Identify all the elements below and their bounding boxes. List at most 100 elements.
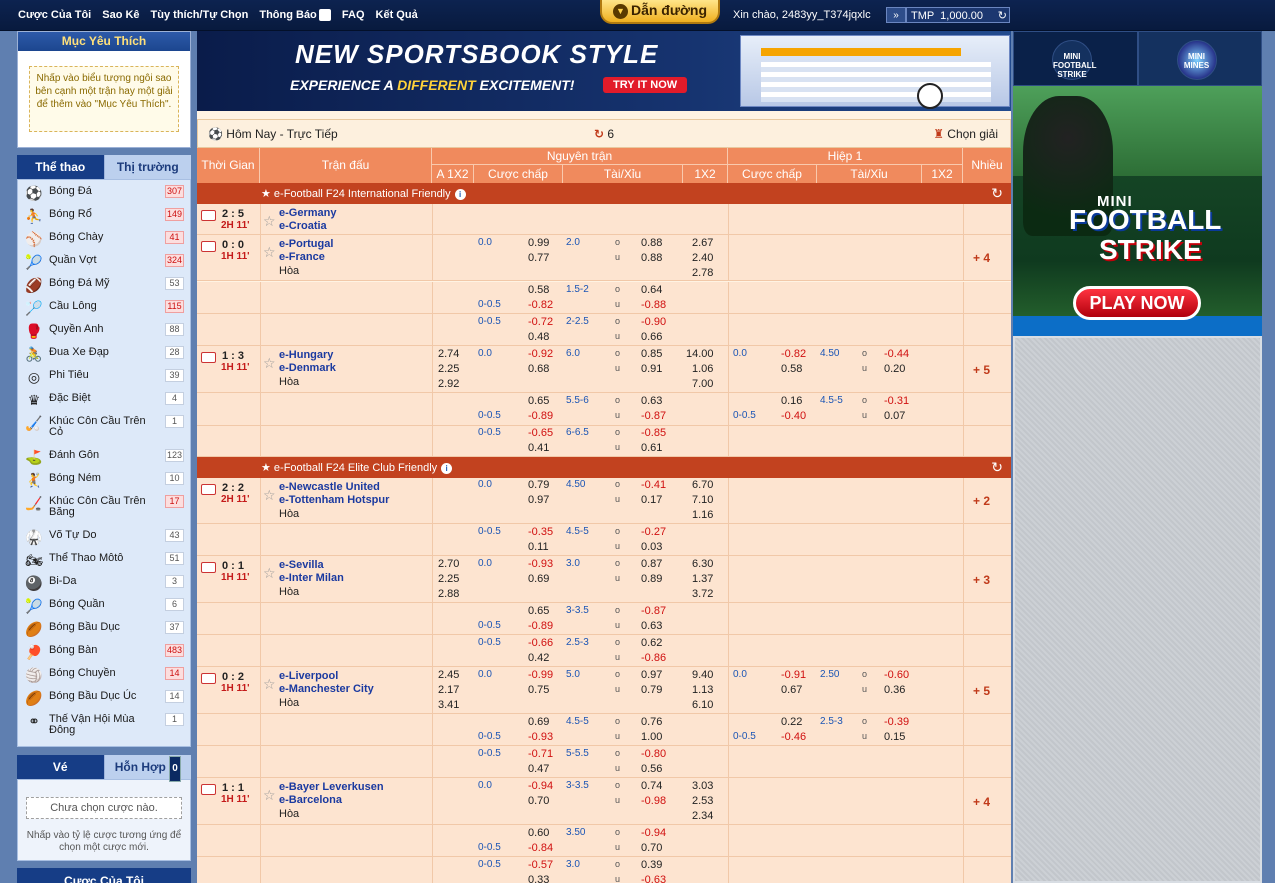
odds-value[interactable]: 14.00 (686, 348, 714, 360)
more-markets-link[interactable]: + 4 (973, 795, 990, 809)
odds-value[interactable]: 0.62 (641, 637, 662, 649)
odds-value[interactable]: -0.82 (528, 299, 553, 311)
odds-value[interactable]: 2.40 (692, 252, 713, 264)
tab-sports[interactable]: Thể thao (17, 155, 104, 179)
odds-value[interactable]: 0.97 (528, 494, 549, 506)
odds-value[interactable]: 0.22 (781, 716, 802, 728)
odds-value[interactable]: -0.91 (781, 669, 806, 681)
odds-value[interactable]: -0.80 (641, 748, 666, 760)
nav-notifications[interactable]: Thông Báo 1 (259, 9, 331, 21)
odds-value[interactable]: 0.65 (528, 605, 549, 617)
odds-value[interactable]: -0.89 (528, 410, 553, 422)
odds-value[interactable]: -0.85 (641, 427, 666, 439)
odds-value[interactable]: -0.31 (884, 395, 909, 407)
play-now-button[interactable]: PLAY NOW (1073, 286, 1201, 320)
sidebar-item-sport[interactable]: 🏸 Cầu Lông 115 (18, 297, 190, 320)
odds-value[interactable]: 0.33 (528, 874, 549, 883)
odds-value[interactable]: 0.60 (528, 827, 549, 839)
odds-value[interactable]: -0.84 (528, 842, 553, 854)
odds-value[interactable]: 0.79 (641, 684, 662, 696)
home-team[interactable]: e-Hungary (279, 349, 333, 361)
odds-value[interactable]: -0.72 (528, 316, 553, 328)
sidebar-item-sport[interactable]: 🏒 Khúc Côn Cầu Trên Băng 17 (18, 492, 190, 526)
odds-value[interactable]: -0.92 (528, 348, 553, 360)
odds-value[interactable]: -0.39 (884, 716, 909, 728)
odds-value[interactable]: -0.57 (528, 859, 553, 871)
odds-value[interactable]: 0.79 (528, 479, 549, 491)
away-team[interactable]: e-Croatia (279, 220, 327, 232)
odds-value[interactable]: 0.88 (641, 237, 662, 249)
tv-icon[interactable] (201, 484, 216, 495)
tv-icon[interactable] (201, 210, 216, 221)
sidebar-item-sport[interactable]: 🏐 Bóng Chuyền 14 (18, 664, 190, 687)
odds-value[interactable]: -0.44 (884, 348, 909, 360)
odds-value[interactable]: 7.10 (692, 494, 713, 506)
sidebar-item-sport[interactable]: ⚾ Bóng Chày 41 (18, 228, 190, 251)
away-team[interactable]: e-Tottenham Hotspur (279, 494, 389, 506)
sidebar-item-sport[interactable]: 🏉 Bóng Bầu Dục Úc 14 (18, 687, 190, 710)
odds-value[interactable]: 0.85 (641, 348, 662, 360)
guide-button[interactable]: ▼ Dẫn đường (600, 0, 720, 24)
sidebar-item-sport[interactable]: 🤾 Bóng Ném 10 (18, 469, 190, 492)
odds-value[interactable]: 6.70 (692, 479, 713, 491)
odds-value[interactable]: 2.25 (438, 363, 459, 375)
sidebar-item-sport[interactable]: 🏓 Bóng Bàn 483 (18, 641, 190, 664)
select-league-button[interactable]: ♜ Chọn giải (933, 127, 998, 141)
star-icon[interactable]: ☆ (263, 244, 276, 261)
home-team[interactable]: e-Sevilla (279, 559, 324, 571)
odds-value[interactable]: 0.42 (528, 652, 549, 664)
odds-value[interactable]: 0.16 (781, 395, 802, 407)
odds-value[interactable]: -0.35 (528, 526, 553, 538)
sidebar-item-sport[interactable]: 🎱 Bi-Da 3 (18, 572, 190, 595)
odds-value[interactable]: 0.68 (528, 363, 549, 375)
try-it-now-button[interactable]: TRY IT NOW (603, 77, 688, 93)
sidebar-item-sport[interactable]: 🏉 Bóng Bầu Dục 37 (18, 618, 190, 641)
odds-value[interactable]: -0.46 (781, 731, 806, 743)
odds-value[interactable]: 0.47 (528, 763, 549, 775)
odds-value[interactable]: 6.30 (692, 558, 713, 570)
odds-value[interactable]: 2.67 (692, 237, 713, 249)
odds-value[interactable]: 9.40 (692, 669, 713, 681)
my-bets-panel-header[interactable]: Cược Của Tôi (17, 868, 191, 883)
odds-value[interactable]: 0.64 (641, 284, 662, 296)
odds-value[interactable]: 7.00 (692, 378, 713, 390)
odds-value[interactable]: 2.92 (438, 378, 459, 390)
more-markets-link[interactable]: + 4 (973, 251, 990, 265)
odds-value[interactable]: 0.74 (641, 780, 662, 792)
odds-value[interactable]: -0.60 (884, 669, 909, 681)
sidebar-item-sport[interactable]: 🎾 Bóng Quần 6 (18, 595, 190, 618)
nav-faq[interactable]: FAQ (342, 9, 365, 21)
odds-value[interactable]: 2.88 (438, 588, 459, 600)
odds-value[interactable]: -0.41 (641, 479, 666, 491)
sidebar-item-sport[interactable]: 🎾 Quần Vợt 324 (18, 251, 190, 274)
odds-value[interactable]: 0.67 (781, 684, 802, 696)
tab-mini-football[interactable]: MINI FOOTBALL STRIKE (1013, 31, 1138, 86)
odds-value[interactable]: -0.66 (528, 637, 553, 649)
more-markets-link[interactable]: + 3 (973, 573, 990, 587)
odds-value[interactable]: 0.15 (884, 731, 905, 743)
star-icon[interactable]: ☆ (263, 355, 276, 372)
odds-value[interactable]: 0.70 (528, 795, 549, 807)
odds-value[interactable]: 0.87 (641, 558, 662, 570)
nav-statement[interactable]: Sao Kê (102, 9, 139, 21)
away-team[interactable]: e-Inter Milan (279, 572, 344, 584)
away-team[interactable]: e-Manchester City (279, 683, 374, 695)
odds-value[interactable]: 0.77 (528, 252, 549, 264)
more-markets-link[interactable]: + 5 (973, 363, 990, 377)
tv-icon[interactable] (201, 562, 216, 573)
sidebar-item-sport[interactable]: ⛹ Bóng Rổ 149 (18, 205, 190, 228)
odds-value[interactable]: 0.89 (641, 573, 662, 585)
odds-value[interactable]: 3.41 (438, 699, 459, 711)
sidebar-item-sport[interactable]: ⚭ Thế Vận Hội Mùa Đông 1 (18, 710, 190, 744)
odds-value[interactable]: 0.20 (884, 363, 905, 375)
odds-value[interactable]: 0.91 (641, 363, 662, 375)
odds-value[interactable]: 1.00 (641, 731, 662, 743)
odds-value[interactable]: -0.40 (781, 410, 806, 422)
sidebar-item-sport[interactable]: 🥋 Võ Tự Do 43 (18, 526, 190, 549)
odds-value[interactable]: 2.74 (438, 348, 459, 360)
odds-value[interactable]: 3.72 (692, 588, 713, 600)
tv-icon[interactable] (201, 784, 216, 795)
sidebar-item-sport[interactable]: 🚴 Đua Xe Đạp 28 (18, 343, 190, 366)
odds-value[interactable]: 0.11 (528, 541, 549, 553)
sidebar-item-sport[interactable]: 🏑 Khúc Côn Cầu Trên Cỏ 1 (18, 412, 190, 446)
